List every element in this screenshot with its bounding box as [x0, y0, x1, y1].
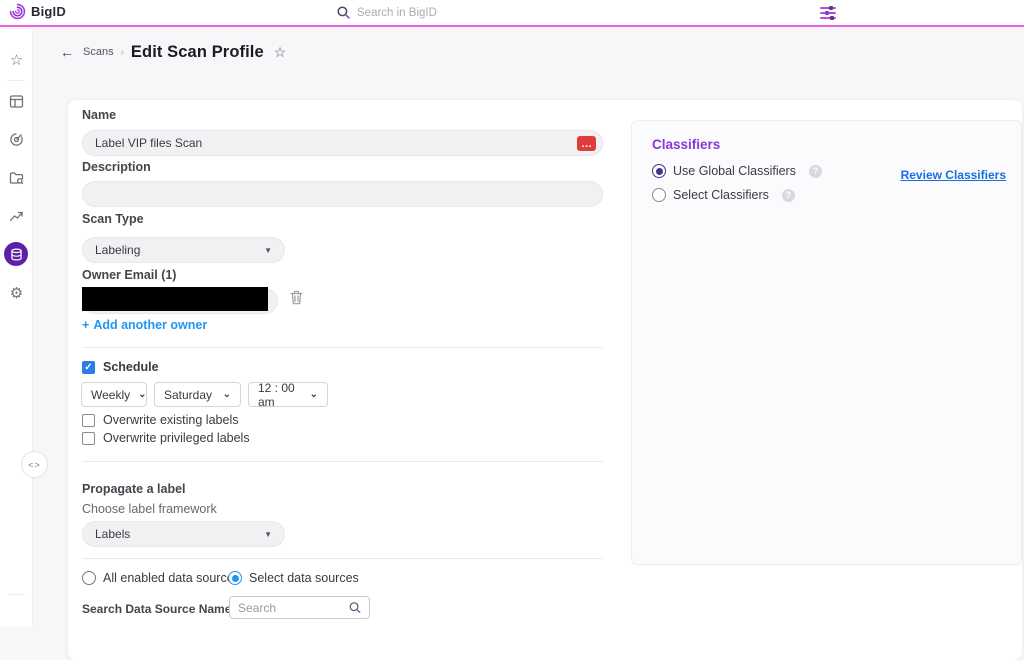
classifiers-panel: Classifiers Use Global Classifiers ? Sel… — [631, 120, 1022, 565]
add-another-owner-link[interactable]: + Add another owner — [82, 318, 207, 332]
scan-type-label: Scan Type — [82, 212, 144, 226]
filter-sliders-icon[interactable] — [819, 6, 837, 20]
time-value: 12 : 00 am — [258, 381, 302, 409]
overwrite-existing-label: Overwrite existing labels — [103, 413, 238, 427]
search-data-source-label: Search Data Source Name — [82, 602, 231, 616]
help-question-icon[interactable]: ? — [782, 189, 795, 202]
section-divider — [82, 347, 603, 348]
framework-value: Labels — [95, 527, 130, 541]
activity-target-icon[interactable] — [0, 128, 33, 150]
classifiers-title: Classifiers — [652, 137, 720, 152]
select-classifiers-label: Select Classifiers — [673, 188, 769, 202]
top-bar: BigID — [0, 0, 1024, 27]
name-label: Name — [82, 108, 116, 122]
database-icon — [10, 248, 23, 261]
use-global-classifiers-label: Use Global Classifiers — [673, 164, 796, 178]
select-classifiers-radio[interactable] — [652, 188, 666, 202]
left-sidebar: ☆ ⚙ — [0, 29, 33, 627]
overwrite-privileged-row[interactable]: Overwrite privileged labels — [82, 431, 250, 445]
all-enabled-radio[interactable] — [82, 571, 96, 585]
section-divider — [82, 461, 603, 462]
frequency-value: Weekly — [91, 388, 130, 402]
use-global-classifiers-row[interactable]: Use Global Classifiers ? — [652, 164, 822, 178]
sidebar-item-catalog-active[interactable] — [4, 242, 28, 266]
logo-text: BigID — [31, 4, 66, 19]
schedule-time-select[interactable]: 12 : 00 am ⌄ — [248, 382, 328, 407]
chevron-down-icon: ▼ — [264, 246, 272, 255]
global-search[interactable] — [337, 0, 577, 25]
schedule-label: Schedule — [103, 360, 159, 374]
select-data-sources-radio-row[interactable]: Select data sources — [228, 571, 359, 585]
schedule-checkbox[interactable]: ✓ — [82, 361, 95, 374]
back-arrow-icon[interactable]: ← — [60, 44, 74, 60]
data-source-search-input[interactable] — [238, 601, 349, 615]
use-global-classifiers-radio[interactable] — [652, 164, 666, 178]
overwrite-existing-checkbox[interactable] — [82, 414, 95, 427]
settings-gear-icon[interactable]: ⚙ — [0, 282, 33, 304]
help-question-icon[interactable]: ? — [809, 165, 822, 178]
select-sources-label: Select data sources — [249, 571, 359, 585]
description-input[interactable] — [95, 187, 590, 201]
select-sources-radio[interactable] — [228, 571, 242, 585]
label-framework-dropdown[interactable]: Labels ▼ — [82, 521, 285, 547]
section-divider — [82, 558, 603, 559]
global-search-input[interactable] — [357, 7, 577, 19]
overwrite-privileged-label: Overwrite privileged labels — [103, 431, 250, 445]
owner-email-label: Owner Email (1) — [82, 268, 176, 282]
chevron-down-icon: ⌄ — [138, 389, 146, 400]
page-title: Edit Scan Profile — [131, 43, 264, 62]
name-input[interactable] — [95, 136, 590, 150]
all-enabled-data-sources-radio-row[interactable]: All enabled data sources — [82, 571, 240, 585]
chevron-down-icon: ▼ — [264, 530, 272, 539]
password-manager-badge-icon[interactable]: … — [577, 136, 596, 151]
scan-type-dropdown[interactable]: Labeling ▼ — [82, 237, 285, 263]
favorite-star-icon[interactable]: ☆ — [274, 44, 287, 61]
breadcrumb-separator: › — [121, 47, 124, 58]
dashboard-icon[interactable] — [0, 90, 33, 112]
add-owner-label: Add another owner — [93, 318, 207, 332]
scan-type-value: Labeling — [95, 243, 140, 257]
schedule-checkbox-row[interactable]: ✓ Schedule — [82, 360, 159, 374]
description-input-wrap — [82, 181, 603, 207]
schedule-frequency-select[interactable]: Weekly ⌄ — [81, 382, 147, 407]
search-icon — [349, 601, 361, 614]
propagate-label-title: Propagate a label — [82, 482, 186, 496]
sidebar-divider — [8, 594, 25, 595]
chevron-down-icon: ⌄ — [223, 389, 231, 400]
description-label: Description — [82, 160, 151, 174]
data-source-search-box — [229, 596, 370, 619]
delete-owner-trash-icon[interactable] — [290, 290, 303, 305]
all-enabled-label: All enabled data sources — [103, 571, 240, 585]
review-classifiers-link[interactable]: Review Classifiers — [901, 168, 1006, 182]
breadcrumb-scans-link[interactable]: Scans — [83, 46, 114, 58]
search-icon — [337, 6, 350, 19]
fingerprint-logo-icon — [9, 3, 26, 20]
chevron-down-icon: ⌄ — [310, 389, 318, 400]
data-discovery-icon[interactable] — [0, 166, 33, 188]
select-classifiers-row[interactable]: Select Classifiers ? — [652, 188, 795, 202]
day-value: Saturday — [164, 388, 212, 402]
breadcrumb: ← Scans › Edit Scan Profile ☆ — [60, 41, 286, 63]
bigid-logo[interactable]: BigID — [9, 3, 66, 20]
name-input-wrap: … — [82, 130, 603, 156]
reports-chart-icon[interactable] — [0, 204, 33, 226]
scan-profile-card: Name … Description Scan Type Labeling ▼ … — [68, 100, 1022, 660]
schedule-day-select[interactable]: Saturday ⌄ — [154, 382, 241, 407]
overwrite-existing-row[interactable]: Overwrite existing labels — [82, 413, 238, 427]
favorites-star-icon[interactable]: ☆ — [0, 49, 33, 71]
redacted-owner-email — [82, 287, 268, 311]
choose-framework-label: Choose label framework — [82, 502, 217, 516]
plus-icon: + — [82, 318, 89, 332]
sidebar-collapse-button[interactable]: <> — [21, 451, 48, 478]
sidebar-divider — [7, 80, 25, 81]
overwrite-privileged-checkbox[interactable] — [82, 432, 95, 445]
